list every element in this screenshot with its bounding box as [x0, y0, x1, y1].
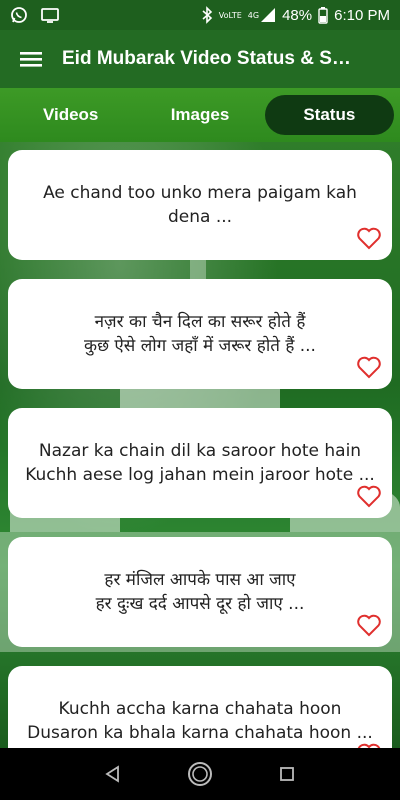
tab-bar: Videos Images Status [0, 88, 400, 142]
heart-outline-icon[interactable] [356, 613, 382, 637]
status-card[interactable]: Ae chand too unko mera paigam kah dena .… [8, 150, 392, 260]
back-button[interactable] [93, 754, 133, 794]
status-bar: VoLTE 4G 48% 6:10 PM [0, 0, 400, 30]
heart-outline-icon[interactable] [356, 355, 382, 379]
status-card[interactable]: नज़र का चैन दिल का सरूर होते हैं कुछ ऐसे… [8, 279, 392, 389]
tab-videos[interactable]: Videos [6, 95, 135, 135]
recents-square-icon [279, 767, 294, 781]
heart-outline-icon[interactable] [356, 226, 382, 250]
signal-icon: 4G [248, 7, 276, 23]
tab-status[interactable]: Status [264, 95, 394, 135]
network-type-label: 4G [247, 10, 260, 20]
back-triangle-icon [105, 765, 120, 783]
status-text: Nazar ka chain dil ka saroor hote hain K… [25, 441, 375, 485]
status-list[interactable]: Ae chand too unko mera paigam kah dena .… [0, 142, 400, 748]
whatsapp-icon [10, 6, 28, 24]
status-card[interactable]: हर मंजिल आपके पास आ जाए हर दुःख दर्द आपस… [8, 537, 392, 647]
status-text: Ae chand too unko mera paigam kah dena .… [43, 183, 357, 227]
menu-icon [20, 52, 42, 67]
home-button[interactable] [180, 754, 220, 794]
app-title: Eid Mubarak Video Status & S… [62, 48, 351, 69]
clock: 6:10 PM [334, 6, 390, 24]
volte-icon: VoLTE [219, 11, 242, 20]
system-nav-bar [0, 748, 400, 800]
status-card[interactable]: Nazar ka chain dil ka saroor hote hain K… [8, 408, 392, 518]
home-circle-icon [187, 762, 212, 786]
battery-icon [318, 6, 328, 24]
heart-outline-icon[interactable] [356, 484, 382, 508]
recents-button[interactable] [267, 754, 307, 794]
battery-percent: 48% [282, 6, 313, 24]
tab-images[interactable]: Images [135, 95, 264, 135]
bluetooth-icon [201, 6, 213, 24]
status-card[interactable]: Kuchh accha karna chahata hoon Dusaron k… [8, 666, 392, 748]
volte-label: VoLTE [218, 10, 242, 20]
menu-button[interactable] [0, 30, 62, 88]
app-bar: Eid Mubarak Video Status & S… [0, 30, 400, 88]
status-text: Kuchh accha karna chahata hoon Dusaron k… [27, 699, 373, 743]
status-text: नज़र का चैन दिल का सरूर होते हैं कुछ ऐसे… [84, 312, 316, 356]
status-text: हर मंजिल आपके पास आ जाए हर दुःख दर्द आपस… [95, 570, 305, 614]
screen-cast-icon [40, 6, 60, 24]
